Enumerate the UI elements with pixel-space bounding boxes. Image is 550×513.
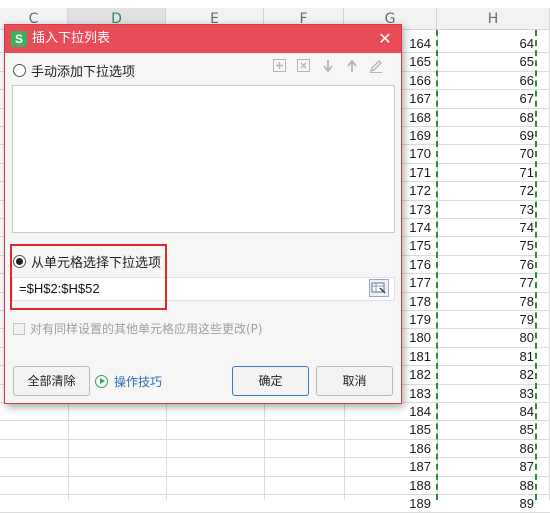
cell-h[interactable]: 86 <box>440 439 537 458</box>
cell-g[interactable]: 188 <box>390 476 434 495</box>
cell-h[interactable]: 66 <box>440 71 537 90</box>
clear-all-button[interactable]: 全部清除 <box>13 366 90 396</box>
apply-all-checkbox[interactable] <box>13 322 25 335</box>
cell-h[interactable]: 87 <box>440 457 537 476</box>
tips-label: 操作技巧 <box>114 375 163 389</box>
cell-h[interactable]: 77 <box>440 273 537 292</box>
move-up-icon[interactable] <box>340 58 364 78</box>
wps-app-icon: S <box>11 31 27 47</box>
cell-h[interactable]: 83 <box>440 384 537 403</box>
add-item-icon[interactable] <box>268 58 292 78</box>
cell-g[interactable]: 184 <box>390 402 434 421</box>
edit-item-icon[interactable] <box>364 58 388 78</box>
cell-h[interactable]: 81 <box>440 347 537 366</box>
cell-h[interactable]: 67 <box>440 89 537 108</box>
cell-h[interactable]: 71 <box>440 163 537 182</box>
annotation-highlight <box>10 244 167 310</box>
cell-h[interactable]: 89 <box>440 494 537 513</box>
cell-h[interactable]: 73 <box>440 200 537 219</box>
copy-marquee-right <box>535 30 537 500</box>
column-header-h[interactable]: H <box>437 8 550 30</box>
close-icon[interactable]: ✕ <box>375 29 395 49</box>
tips-link[interactable]: 操作技巧 <box>95 373 162 390</box>
cell-g[interactable]: 185 <box>390 420 434 439</box>
delete-item-icon[interactable] <box>292 58 316 78</box>
move-down-icon[interactable] <box>316 58 340 78</box>
cancel-button[interactable]: 取消 <box>316 366 393 396</box>
cell-h[interactable]: 85 <box>440 420 537 439</box>
apply-all-option[interactable]: 对有同样设置的其他单元格应用这些更改(P) <box>13 320 263 337</box>
play-icon <box>95 375 108 388</box>
dialog-titlebar[interactable]: S 插入下拉列表 ✕ <box>5 25 401 53</box>
cell-h[interactable]: 78 <box>440 292 537 311</box>
insert-dropdown-dialog: S 插入下拉列表 ✕ 手动添加下拉选项 从单元格选择下拉选项 =$H$2:$H$… <box>4 24 402 404</box>
cell-h[interactable]: 88 <box>440 476 537 495</box>
cell-h[interactable]: 76 <box>440 255 537 274</box>
cell-h[interactable]: 75 <box>440 236 537 255</box>
cell-h[interactable]: 64 <box>440 34 537 53</box>
cell-g[interactable]: 186 <box>390 439 434 458</box>
cell-g[interactable]: 187 <box>390 457 434 476</box>
radio-manual-option[interactable]: 手动添加下拉选项 <box>13 61 135 80</box>
cell-h[interactable]: 84 <box>440 402 537 421</box>
radio-manual-label: 手动添加下拉选项 <box>31 65 136 80</box>
manual-options-list[interactable] <box>12 85 395 233</box>
cell-h[interactable]: 74 <box>440 218 537 237</box>
cell-h[interactable]: 82 <box>440 365 537 384</box>
list-toolbar <box>268 58 388 78</box>
cell-h[interactable]: 69 <box>440 126 537 145</box>
radio-manual[interactable] <box>13 64 26 77</box>
range-select-icon[interactable] <box>369 279 389 297</box>
copy-marquee-left <box>436 30 438 500</box>
apply-all-label: 对有同样设置的其他单元格应用这些更改(P) <box>30 322 263 336</box>
ok-button[interactable]: 确定 <box>232 366 309 396</box>
cell-h[interactable]: 70 <box>440 144 537 163</box>
cell-h[interactable]: 80 <box>440 328 537 347</box>
cell-h[interactable]: 65 <box>440 52 537 71</box>
cell-h[interactable]: 79 <box>440 310 537 329</box>
cell-g[interactable]: 189 <box>390 494 434 513</box>
dialog-title: 插入下拉列表 <box>32 31 111 46</box>
cell-h[interactable]: 68 <box>440 108 537 127</box>
cell-h[interactable]: 72 <box>440 181 537 200</box>
